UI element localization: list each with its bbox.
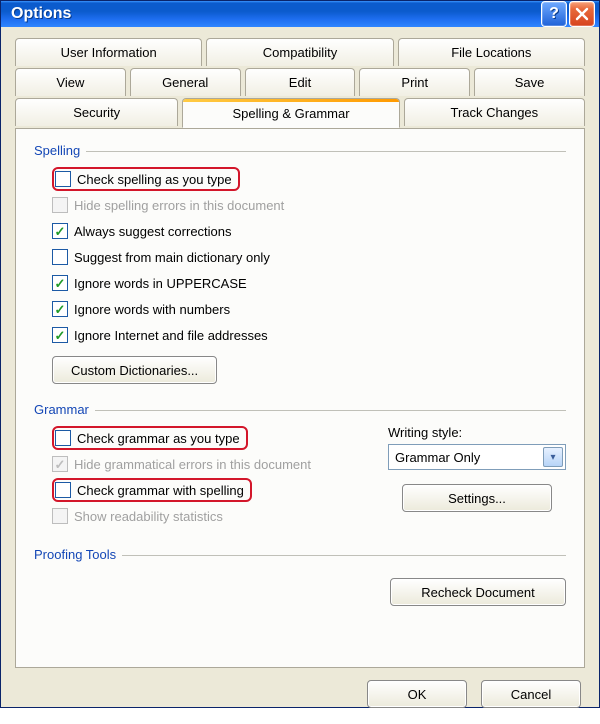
tab-compatibility[interactable]: Compatibility — [206, 38, 393, 66]
opt-hide-grammar-errors: ✓ Hide grammatical errors in this docume… — [52, 451, 378, 477]
close-icon — [575, 7, 589, 21]
label-hide-spelling-errors: Hide spelling errors in this document — [74, 198, 284, 213]
options-dialog: Options ? User Information Compatibility… — [0, 0, 600, 708]
opt-ignore-numbers: ✓ Ignore words with numbers — [52, 296, 566, 322]
tab-view[interactable]: View — [15, 68, 126, 96]
checkbox-main-dict-only[interactable] — [52, 249, 68, 265]
label-hide-grammar-errors: Hide grammatical errors in this document — [74, 457, 311, 472]
tab-strip: User Information Compatibility File Loca… — [1, 27, 599, 668]
ok-button[interactable]: OK — [367, 680, 467, 708]
opt-hide-spelling-errors: Hide spelling errors in this document — [52, 192, 566, 218]
opt-ignore-uppercase: ✓ Ignore words in UPPERCASE — [52, 270, 566, 296]
grammar-settings-button[interactable]: Settings... — [402, 484, 552, 512]
checkbox-check-spelling-as-you-type[interactable] — [55, 171, 71, 187]
tab-save[interactable]: Save — [474, 68, 585, 96]
cancel-button[interactable]: Cancel — [481, 680, 581, 708]
proofing-section: Proofing Tools Recheck Document — [34, 547, 566, 606]
tab-spelling-grammar[interactable]: Spelling & Grammar — [182, 98, 399, 128]
grammar-heading: Grammar — [34, 402, 566, 417]
tab-panel: Spelling Check spelling as you type Hide… — [15, 128, 585, 668]
writing-style-value: Grammar Only — [395, 450, 480, 465]
spelling-heading: Spelling — [34, 143, 566, 158]
dialog-buttons: OK Cancel — [1, 668, 599, 724]
opt-check-grammar-as-you-type: Check grammar as you type — [52, 425, 378, 451]
tab-print[interactable]: Print — [359, 68, 470, 96]
label-check-grammar-as-you-type: Check grammar as you type — [77, 431, 240, 446]
checkbox-readability — [52, 508, 68, 524]
checkbox-check-grammar-as-you-type[interactable] — [55, 430, 71, 446]
tab-user-information[interactable]: User Information — [15, 38, 202, 66]
label-always-suggest: Always suggest corrections — [74, 224, 232, 239]
checkbox-ignore-internet[interactable]: ✓ — [52, 327, 68, 343]
close-button[interactable] — [569, 1, 595, 27]
opt-ignore-internet: ✓ Ignore Internet and file addresses — [52, 322, 566, 348]
checkbox-ignore-numbers[interactable]: ✓ — [52, 301, 68, 317]
opt-check-spelling-as-you-type: Check spelling as you type — [52, 166, 566, 192]
checkbox-hide-spelling-errors — [52, 197, 68, 213]
opt-check-grammar-with-spelling: Check grammar with spelling — [52, 477, 378, 503]
chevron-down-icon: ▾ — [543, 447, 563, 467]
opt-always-suggest: ✓ Always suggest corrections — [52, 218, 566, 244]
checkbox-always-suggest[interactable]: ✓ — [52, 223, 68, 239]
writing-style-label: Writing style: — [388, 425, 566, 440]
label-check-spelling-as-you-type: Check spelling as you type — [77, 172, 232, 187]
checkbox-ignore-uppercase[interactable]: ✓ — [52, 275, 68, 291]
tab-track-changes[interactable]: Track Changes — [404, 98, 585, 126]
spelling-section: Spelling Check spelling as you type Hide… — [34, 143, 566, 384]
custom-dictionaries-button[interactable]: Custom Dictionaries... — [52, 356, 217, 384]
opt-main-dict-only: Suggest from main dictionary only — [52, 244, 566, 270]
tab-edit[interactable]: Edit — [245, 68, 356, 96]
help-button[interactable]: ? — [541, 1, 567, 27]
checkbox-check-grammar-with-spelling[interactable] — [55, 482, 71, 498]
tab-file-locations[interactable]: File Locations — [398, 38, 585, 66]
grammar-section: Grammar Check grammar as you type ✓ Hide — [34, 402, 566, 529]
label-ignore-internet: Ignore Internet and file addresses — [74, 328, 268, 343]
proofing-heading: Proofing Tools — [34, 547, 566, 562]
window-title: Options — [11, 5, 539, 23]
opt-readability: Show readability statistics — [52, 503, 378, 529]
label-main-dict-only: Suggest from main dictionary only — [74, 250, 270, 265]
checkbox-hide-grammar-errors: ✓ — [52, 456, 68, 472]
writing-style-select[interactable]: Grammar Only ▾ — [388, 444, 566, 470]
recheck-document-button[interactable]: Recheck Document — [390, 578, 566, 606]
label-check-grammar-with-spelling: Check grammar with spelling — [77, 483, 244, 498]
label-ignore-numbers: Ignore words with numbers — [74, 302, 230, 317]
tab-general[interactable]: General — [130, 68, 241, 96]
tab-security[interactable]: Security — [15, 98, 178, 126]
label-ignore-uppercase: Ignore words in UPPERCASE — [74, 276, 247, 291]
label-readability: Show readability statistics — [74, 509, 223, 524]
titlebar: Options ? — [1, 1, 599, 27]
